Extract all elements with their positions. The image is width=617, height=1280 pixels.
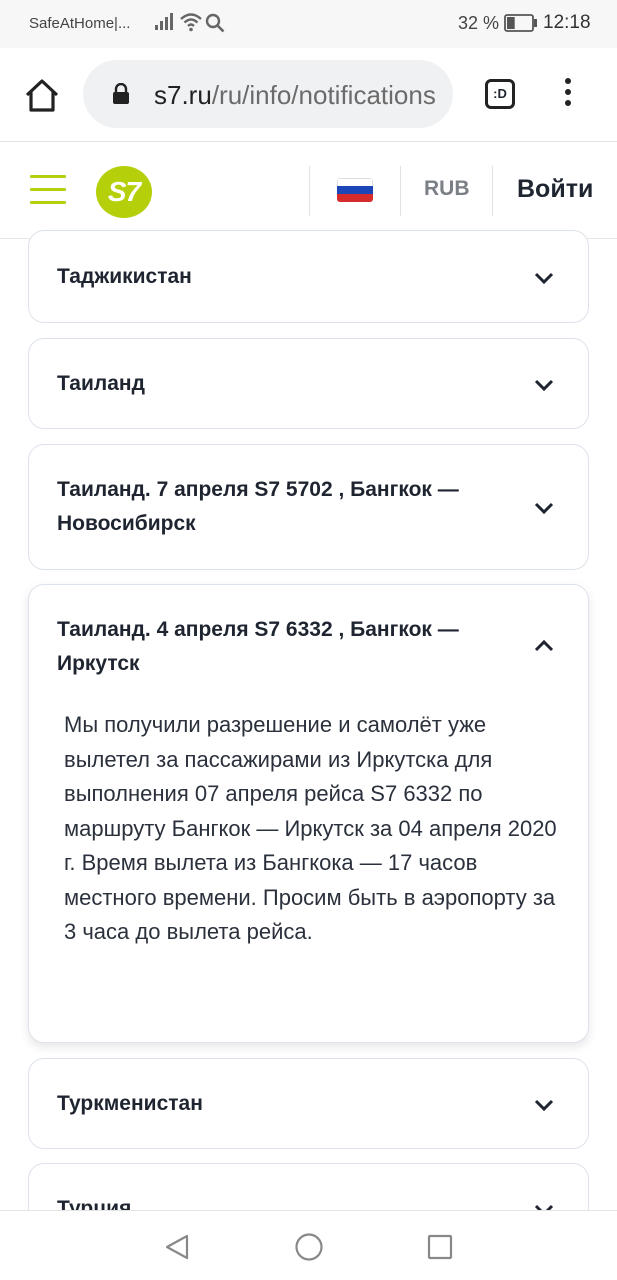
chevron-down-icon — [534, 272, 554, 284]
accordion-item[interactable]: Таиланд. 7 апреля S7 5702 , Бангкок — Но… — [28, 444, 589, 570]
browser-toolbar: s7.ru/ru/info/notifications :D — [0, 48, 617, 142]
accordion-item[interactable]: Туркменистан — [28, 1058, 589, 1149]
accordion-item-title: Таиланд. 7 апреля S7 5702 , Бангкок — Но… — [57, 478, 459, 535]
currency-selector[interactable]: RUB — [424, 177, 470, 201]
tab-switcher-button[interactable]: :D — [485, 79, 515, 109]
chevron-down-icon — [534, 502, 554, 514]
clock: 12:18 — [543, 12, 591, 33]
wifi-icon — [180, 13, 202, 32]
status-bar: SafeAtHome|... 32 % 12:18 — [0, 0, 617, 48]
login-button[interactable]: Войти — [517, 175, 593, 204]
system-navigation-bar — [0, 1210, 617, 1280]
accordion-item-body: Мы получили разрешение и самолёт уже выл… — [64, 712, 557, 944]
chevron-up-icon — [534, 640, 554, 652]
accordion-item[interactable]: Таиланд — [28, 338, 589, 429]
accordion-item-title: Таиланд. 4 апреля S7 6332 , Бангкок — Ир… — [57, 618, 459, 675]
s7-logo[interactable]: S7 — [96, 166, 152, 218]
url-path: /ru/info/notifications — [211, 80, 436, 110]
accordion-item-title: Туркменистан — [57, 1092, 203, 1115]
battery-percent: 32 % — [458, 13, 500, 33]
back-icon[interactable] — [163, 1233, 191, 1261]
header-divider — [400, 166, 401, 216]
header-divider — [309, 166, 310, 216]
chevron-down-icon — [534, 379, 554, 391]
url-domain: s7.ru — [154, 80, 212, 110]
home-icon[interactable] — [22, 76, 62, 116]
accordion-item-title: Таиланд — [57, 372, 145, 395]
screen: SafeAtHome|... 32 % 12:18 s7.ru/ru/info/… — [0, 0, 617, 1280]
signal-icon — [155, 13, 173, 30]
home-circle-icon[interactable] — [294, 1232, 324, 1262]
russia-flag-icon[interactable] — [337, 178, 373, 202]
search-icon — [205, 13, 225, 33]
hamburger-menu-icon[interactable] — [30, 175, 66, 205]
accordion-item-expanded[interactable]: Таиланд. 4 апреля S7 6332 , Бангкок — Ир… — [28, 584, 589, 1043]
accordion-item[interactable]: Таджикистан — [28, 230, 589, 323]
accordion-item-title: Таджикистан — [57, 265, 192, 288]
more-menu-icon[interactable] — [560, 78, 576, 112]
notification-app-name: SafeAtHome|... — [29, 15, 131, 32]
chevron-down-icon — [534, 1099, 554, 1111]
recent-apps-icon[interactable] — [427, 1234, 453, 1260]
url-text[interactable]: s7.ru/ru/info/notifications — [154, 80, 444, 111]
site-header: S7 RUB Войти — [0, 142, 617, 239]
lock-icon — [113, 83, 129, 104]
battery-icon — [504, 14, 537, 32]
header-divider — [492, 166, 493, 216]
address-bar[interactable]: s7.ru/ru/info/notifications — [83, 60, 453, 128]
